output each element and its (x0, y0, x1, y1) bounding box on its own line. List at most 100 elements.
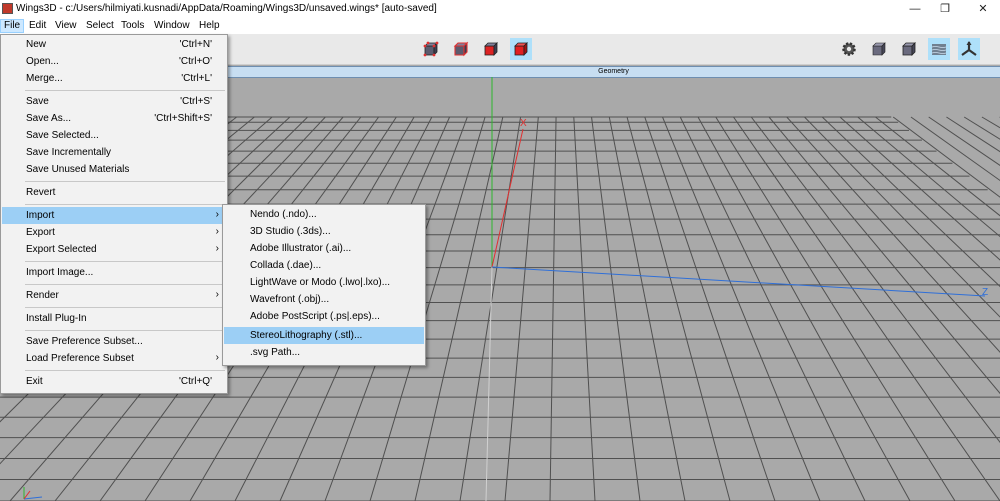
menu-item-label: Install Plug-In (26, 313, 87, 324)
menu-item-merge[interactable]: Merge... 'Ctrl+L' (2, 70, 226, 87)
file-menu: New 'Ctrl+N' Open... 'Ctrl+O' Merge... '… (0, 34, 228, 394)
menu-item-export-selected[interactable]: Export Selected › (2, 241, 226, 258)
settings-button[interactable] (838, 38, 860, 60)
wireframe-view-button[interactable] (898, 38, 920, 60)
menu-item-label: Exit (26, 376, 43, 387)
menu-item-label: Import (26, 210, 55, 221)
menu-bar: File Edit View Select Tools Window Help (0, 18, 1000, 34)
menu-item-label: LightWave or Modo (.lwo|.lxo)... (250, 277, 391, 288)
import-item-nendo[interactable]: Nendo (.ndo)... (224, 206, 424, 223)
edge-mode-icon (453, 41, 469, 57)
menu-item-label: Nendo (.ndo)... (250, 209, 317, 220)
import-submenu: Nendo (.ndo)... 3D Studio (.3ds)... Adob… (222, 204, 426, 366)
menu-item-load-preference-subset[interactable]: Load Preference Subset › (2, 350, 226, 367)
menu-view[interactable]: View (52, 19, 80, 33)
edge-mode-button[interactable] (450, 38, 472, 60)
menu-item-label: Load Preference Subset (26, 353, 134, 364)
menu-item-save-selected[interactable]: Save Selected... (2, 127, 226, 144)
grid-line (644, 116, 776, 501)
menu-item-label: .svg Path... (250, 347, 301, 358)
menu-item-render[interactable]: Render › (2, 287, 226, 304)
menu-item-save[interactable]: Save 'Ctrl+S' (2, 93, 226, 110)
vertex-mode-button[interactable] (420, 38, 442, 60)
grid-line (504, 116, 539, 501)
wings3d-app-icon (2, 3, 13, 14)
submenu-arrow-icon: › (215, 289, 219, 300)
menu-separator (25, 370, 225, 371)
import-item-svg[interactable]: .svg Path... (224, 344, 424, 361)
menu-item-import-image[interactable]: Import Image... (2, 264, 226, 281)
smooth-view-button[interactable] (868, 38, 890, 60)
grid-line (928, 116, 1000, 166)
menu-item-save-unused-materials[interactable]: Save Unused Materials (2, 161, 226, 178)
import-item-postscript[interactable]: Adobe PostScript (.ps|.eps)... (224, 308, 424, 325)
menu-item-exit[interactable]: Exit 'Ctrl+Q' (2, 373, 226, 390)
menu-separator (25, 284, 225, 285)
menu-separator (25, 330, 225, 331)
mini-axis-indicator (23, 487, 43, 500)
maximize-button[interactable]: ❐ (928, 0, 962, 18)
smooth-view-icon (872, 42, 886, 56)
menu-edit[interactable]: Edit (26, 19, 49, 33)
minimize-button[interactable]: — (898, 0, 932, 18)
menu-item-label: Save Preference Subset... (26, 336, 143, 347)
menu-item-label: Import Image... (26, 267, 94, 278)
menu-item-label: Save Unused Materials (26, 164, 130, 175)
import-item-wavefront[interactable]: Wavefront (.obj)... (224, 291, 424, 308)
menu-item-label: Adobe PostScript (.ps|.eps)... (250, 311, 380, 322)
grid-line (821, 116, 1000, 288)
menu-item-save-as[interactable]: Save As... 'Ctrl+Shift+S' (2, 110, 226, 127)
menu-separator (25, 204, 225, 205)
menu-item-shortcut: 'Ctrl+Q' (179, 376, 212, 387)
import-item-collada[interactable]: Collada (.dae)... (224, 257, 424, 274)
submenu-arrow-icon: › (215, 209, 219, 220)
axes-button[interactable] (958, 38, 980, 60)
menu-file[interactable]: File (0, 19, 25, 33)
menu-window[interactable]: Window (151, 19, 193, 33)
vertex-mode-icon (423, 41, 439, 57)
import-item-lightwave[interactable]: LightWave or Modo (.lwo|.lxo)... (224, 274, 424, 291)
menu-item-label: Render (26, 290, 59, 301)
z-axis-label: Z (982, 287, 988, 298)
window-title: Wings3D - c:/Users/hilmiyati.kusnadi/App… (16, 3, 437, 14)
menu-item-open[interactable]: Open... 'Ctrl+O' (2, 53, 226, 70)
menu-help[interactable]: Help (196, 19, 223, 33)
import-item-illustrator[interactable]: Adobe Illustrator (.ai)... (224, 240, 424, 257)
menu-item-save-incrementally[interactable]: Save Incrementally (2, 144, 226, 161)
z-axis-line (491, 266, 986, 297)
grid-line (662, 116, 821, 501)
menu-tools[interactable]: Tools (118, 19, 147, 33)
face-mode-button[interactable] (480, 38, 502, 60)
menu-item-shortcut: 'Ctrl+O' (179, 56, 212, 67)
menu-item-label: Collada (.dae)... (250, 260, 322, 271)
menu-item-label: Wavefront (.obj)... (250, 294, 330, 305)
close-button[interactable]: ✕ (966, 0, 1000, 18)
grid-line (750, 116, 1000, 443)
menu-item-label: New (26, 39, 47, 50)
menu-item-install-plugin[interactable]: Install Plug-In (2, 310, 226, 327)
grid-line (839, 116, 1000, 261)
import-item-3ds[interactable]: 3D Studio (.3ds)... (224, 223, 424, 240)
menu-item-label: Open... (26, 56, 59, 67)
menu-item-label: Save Selected... (26, 130, 99, 141)
menu-separator (25, 181, 225, 182)
menu-item-label: Save Incrementally (26, 147, 112, 158)
menu-separator (25, 90, 225, 91)
menu-item-export[interactable]: Export › (2, 224, 226, 241)
wireframe-view-icon (902, 42, 916, 56)
menu-item-new[interactable]: New 'Ctrl+N' (2, 36, 226, 53)
menu-item-revert[interactable]: Revert (2, 184, 226, 201)
menu-select[interactable]: Select (83, 19, 117, 33)
grid-line (608, 116, 686, 501)
menu-item-shortcut: 'Ctrl+L' (181, 73, 212, 84)
menu-item-label: Revert (26, 187, 56, 198)
import-item-stl[interactable]: StereoLithography (.stl)... (224, 327, 424, 344)
ground-plane-button[interactable] (928, 38, 950, 60)
menu-separator (25, 261, 225, 262)
menu-item-import[interactable]: Import › (2, 207, 226, 224)
grid-line (910, 116, 1000, 182)
body-mode-icon (514, 42, 528, 56)
menu-item-save-preference-subset[interactable]: Save Preference Subset... (2, 333, 226, 350)
grid-line (733, 116, 1000, 501)
body-mode-button[interactable] (510, 38, 532, 60)
